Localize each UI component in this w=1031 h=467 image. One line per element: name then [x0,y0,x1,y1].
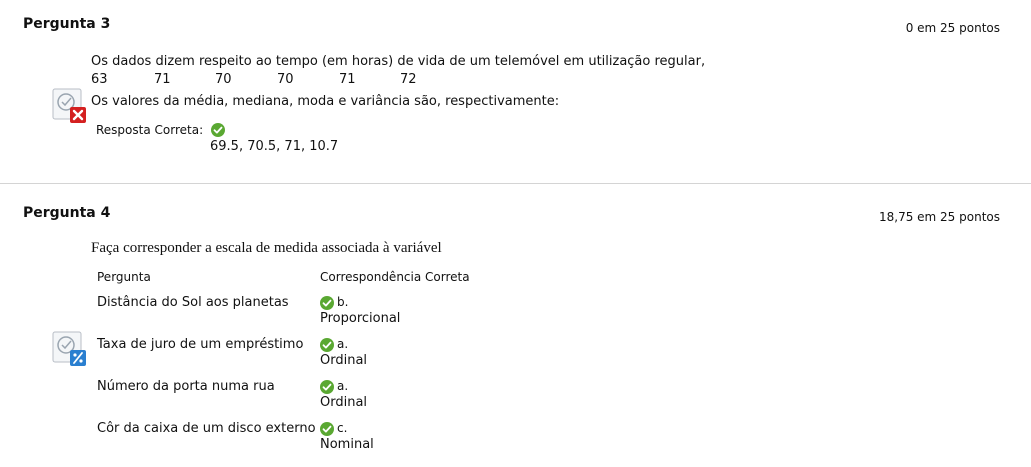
column-header-answer: Correspondência Correta [320,270,470,284]
match-letter: b. [337,295,349,309]
match-answer: Nominal [320,437,374,452]
match-answer: Ordinal [320,353,368,368]
match-question: Taxa de juro de um empréstimo [97,337,304,352]
data-value: 72 [400,72,417,87]
match-answer: Proporcional [320,311,401,326]
question-4-prompt: Faça corresponder a escala de medida ass… [91,240,442,256]
question-4-score: 18,75 em 25 pontos [878,210,1000,224]
question-3-title: Pergunta 3 [23,16,111,32]
question-3-text-line1: Os dados dizem respeito ao tempo (em hor… [91,54,706,69]
data-value: 70 [277,72,294,87]
question-3-text-line2: Os valores da média, mediana, moda e var… [91,94,560,109]
partial-credit-icon [52,331,86,366]
match-question: Distância do Sol aos planetas [97,295,289,310]
match-letter: a. [337,337,349,351]
question-4-title: Pergunta 4 [23,205,111,221]
check-icon [320,422,334,436]
match-answer: Ordinal [320,395,368,410]
match-letter: c. [337,421,348,435]
section-divider [0,183,1031,184]
column-header-question: Pergunta [97,270,151,284]
correct-answer-value: 69.5, 70.5, 71, 10.7 [210,139,339,154]
question-3-score: 0 em 25 pontos [905,21,1000,35]
data-value: 71 [154,72,171,87]
match-letter: a. [337,379,349,393]
data-value: 70 [215,72,232,87]
correct-answer-label: Resposta Correta: [96,123,204,137]
match-question: Côr da caixa de um disco externo [97,421,316,436]
data-value: 71 [339,72,356,87]
check-icon [320,296,334,310]
match-question: Número da porta numa rua [97,379,275,394]
check-icon [211,123,225,137]
incorrect-icon [52,88,86,123]
data-value: 63 [91,72,108,87]
check-icon [320,380,334,394]
check-icon [320,338,334,352]
